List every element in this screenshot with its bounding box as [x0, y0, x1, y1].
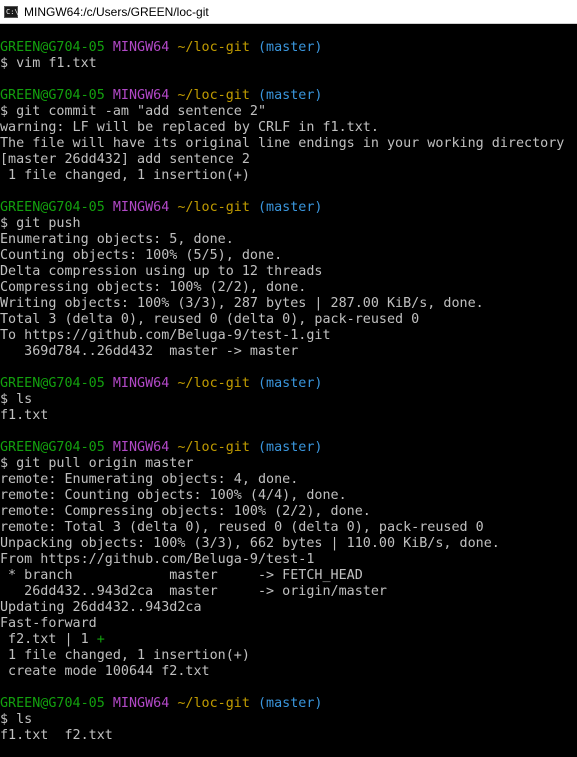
- output-line: f1.txt: [0, 408, 49, 423]
- prompt-branch: (master): [258, 200, 323, 215]
- prompt-line: GREEN@G704-05 MINGW64 ~/loc-git (master): [0, 696, 577, 712]
- output-line: f1.txt f2.txt: [0, 728, 113, 743]
- prompt-path: ~/loc-git: [177, 88, 250, 103]
- command-line: $ git commit -am "add sentence 2": [0, 104, 267, 119]
- command-line: $ git pull origin master: [0, 456, 194, 471]
- output-line: Compressing objects: 100% (2/2), done.: [0, 280, 307, 295]
- prompt-system: MINGW64: [112, 200, 170, 215]
- prompt-path: ~/loc-git: [177, 40, 250, 55]
- terminal-output[interactable]: GREEN@G704-05 MINGW64 ~/loc-git (master)…: [0, 40, 577, 757]
- prompt-line: GREEN@G704-05 MINGW64 ~/loc-git (master): [0, 200, 577, 216]
- output-line: 369d784..26dd432 master -> master: [0, 344, 299, 359]
- output-line: remote: Total 3 (delta 0), reused 0 (del…: [0, 520, 484, 535]
- prompt-system: MINGW64: [112, 88, 170, 103]
- prompt-user-host: GREEN@G704-05: [0, 88, 105, 103]
- command-line: $ vim f1.txt: [0, 56, 97, 71]
- prompt-branch: (master): [258, 88, 323, 103]
- output-line: Fast-forward: [0, 616, 97, 631]
- output-line: remote: Counting objects: 100% (4/4), do…: [0, 488, 347, 503]
- prompt-system: MINGW64: [112, 40, 170, 55]
- prompt-branch: (master): [258, 40, 323, 55]
- output-line: Writing objects: 100% (3/3), 287 bytes |…: [0, 296, 484, 311]
- command-line: $ ls: [0, 392, 33, 407]
- prompt-user-host: GREEN@G704-05: [0, 376, 105, 391]
- prompt-user-host: GREEN@G704-05: [0, 200, 105, 215]
- output-line: remote: Enumerating objects: 4, done.: [0, 472, 299, 487]
- output-line: Total 3 (delta 0), reused 0 (delta 0), p…: [0, 312, 420, 327]
- output-line: Enumerating objects: 5, done.: [0, 232, 234, 247]
- output-line: warning: LF will be replaced by CRLF in …: [0, 120, 379, 135]
- prompt-branch: (master): [258, 440, 323, 455]
- prompt-line: GREEN@G704-05 MINGW64 ~/loc-git (master): [0, 376, 577, 392]
- output-line: Updating 26dd432..943d2ca: [0, 600, 202, 615]
- output-line: Unpacking objects: 100% (3/3), 662 bytes…: [0, 536, 500, 551]
- output-line: * branch master -> FETCH_HEAD: [0, 568, 363, 583]
- prompt-branch: (master): [258, 376, 323, 391]
- prompt-path: ~/loc-git: [177, 440, 250, 455]
- output-line: 1 file changed, 1 insertion(+): [0, 168, 250, 183]
- output-line: From https://github.com/Beluga-9/test-1: [0, 552, 315, 567]
- prompt-system: MINGW64: [112, 376, 170, 391]
- output-line: f2.txt | 1 +: [0, 632, 105, 647]
- prompt-path: ~/loc-git: [177, 200, 250, 215]
- prompt-user-host: GREEN@G704-05: [0, 440, 105, 455]
- prompt-user-host: GREEN@G704-05: [0, 696, 105, 711]
- output-line: Counting objects: 100% (5/5), done.: [0, 248, 283, 263]
- command-line: $ git push: [0, 216, 81, 231]
- prompt-system: MINGW64: [112, 440, 170, 455]
- output-line: To https://github.com/Beluga-9/test-1.gi…: [0, 328, 331, 343]
- prompt-path: ~/loc-git: [177, 376, 250, 391]
- window-title: MINGW64:/c/Users/GREEN/loc-git: [24, 4, 209, 19]
- terminal-icon: C:\: [4, 5, 19, 18]
- prompt-line: GREEN@G704-05 MINGW64 ~/loc-git (master): [0, 40, 577, 56]
- output-line: remote: Compressing objects: 100% (2/2),…: [0, 504, 371, 519]
- prompt-line: GREEN@G704-05 MINGW64 ~/loc-git (master): [0, 88, 577, 104]
- output-line: create mode 100644 f2.txt: [0, 664, 210, 679]
- output-line: 1 file changed, 1 insertion(+): [0, 648, 250, 663]
- diffstat-plus: +: [96, 632, 105, 647]
- prompt-branch: (master): [258, 696, 323, 711]
- prompt-line: GREEN@G704-05 MINGW64 ~/loc-git (master): [0, 440, 577, 456]
- prompt-user-host: GREEN@G704-05: [0, 40, 105, 55]
- output-line: 26dd432..943d2ca master -> origin/master: [0, 584, 387, 599]
- output-line: The file will have its original line end…: [0, 136, 565, 151]
- command-line: $ ls: [0, 712, 33, 727]
- title-bar[interactable]: C:\ MINGW64:/c/Users/GREEN/loc-git: [0, 0, 577, 24]
- prompt-path: ~/loc-git: [177, 696, 250, 711]
- output-line: Delta compression using up to 12 threads: [0, 264, 323, 279]
- output-line: [master 26dd432] add sentence 2: [0, 152, 250, 167]
- prompt-system: MINGW64: [112, 696, 170, 711]
